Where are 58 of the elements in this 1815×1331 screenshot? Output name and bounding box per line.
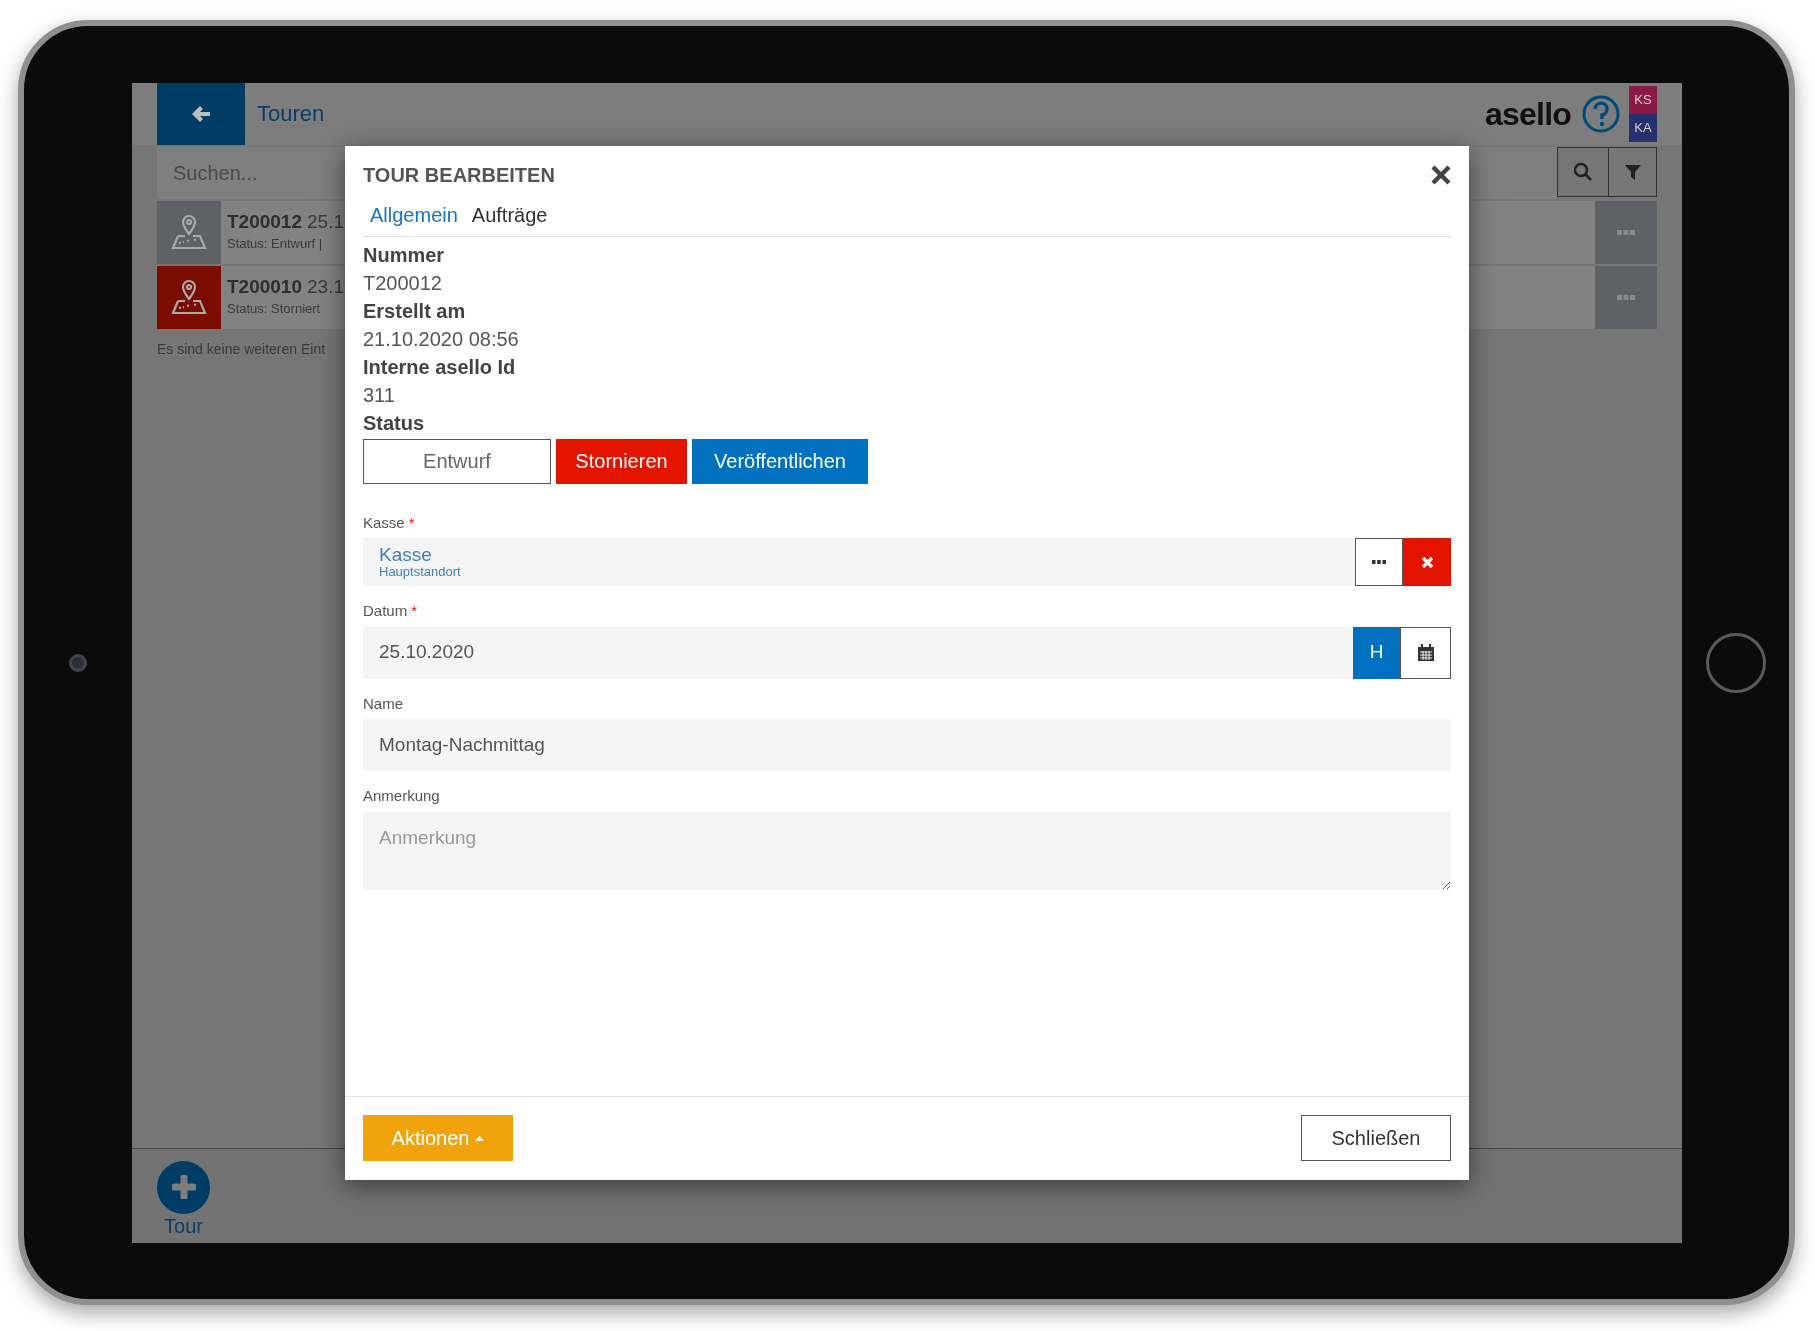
plus-icon (171, 1175, 196, 1199)
status-button[interactable]: Stornieren (556, 438, 687, 484)
info-value: 311 (363, 382, 396, 408)
today-button[interactable]: H (1353, 626, 1400, 679)
required-mark: * (408, 512, 415, 533)
status-button[interactable]: Veröffentlichen (692, 438, 868, 484)
info-label: Interne asello Id (363, 354, 517, 380)
textarea-field[interactable]: Anmerkung (363, 811, 1451, 890)
search-icon (1573, 161, 1593, 182)
tour-status: Status: Storniert (227, 300, 322, 319)
back-button[interactable] (157, 82, 245, 145)
text-field[interactable]: Montag-Nachmittag (363, 719, 1451, 771)
info-value: 21.10.2020 08:56 (363, 326, 520, 352)
dialog-title: TOUR BEARBEITEN (363, 162, 555, 188)
required-mark: * (411, 601, 418, 621)
dialog-tab[interactable]: Allgemein (363, 199, 465, 230)
list-end-note: Es sind keine weiteren Eint (157, 339, 327, 359)
field-label: Datum (363, 601, 408, 621)
tour-number: T200012 (227, 210, 302, 235)
info-label: Erstellt am (363, 298, 467, 324)
status-button[interactable]: Entwurf (363, 438, 551, 484)
search-button[interactable] (1557, 146, 1609, 197)
ellipsis-icon (1617, 229, 1635, 235)
tour-number: T200010 (227, 275, 302, 300)
clear-button[interactable] (1403, 538, 1451, 586)
filter-button[interactable] (1609, 146, 1657, 197)
more-button[interactable] (1355, 538, 1403, 586)
close-icon[interactable] (1431, 164, 1451, 185)
tour-date: 23.1 (307, 275, 344, 300)
arrow-left-icon (192, 105, 210, 122)
lookup-subvalue: Hauptstandort (379, 565, 462, 579)
field-label: Kasse (363, 512, 405, 533)
app-logo: asello (1485, 94, 1571, 134)
lookup-value: Kasse (379, 545, 433, 565)
tour-status: Status: Entwurf | (227, 235, 324, 254)
caret-icon (475, 1135, 485, 1141)
lookup-field[interactable]: Kasse Hauptstandort (363, 538, 1355, 586)
field-label: Anmerkung (363, 786, 440, 806)
page-title: Touren (257, 100, 325, 128)
map-pin-icon (169, 277, 209, 317)
ellipsis-icon (1617, 294, 1635, 300)
ellipsis-icon (1372, 560, 1386, 564)
calendar-icon (1416, 643, 1435, 662)
help-icon[interactable] (1581, 93, 1621, 134)
tour-date: 25.1 (307, 210, 344, 235)
calendar-button[interactable] (1400, 626, 1451, 679)
user-badge[interactable]: KS (1629, 85, 1657, 114)
status-label: Status (363, 410, 426, 436)
filter-icon (1624, 163, 1641, 180)
user-badge[interactable]: KA (1629, 113, 1657, 142)
close-button[interactable]: Schließen (1301, 1115, 1451, 1161)
info-label: Nummer (363, 242, 446, 268)
date-field[interactable]: 25.10.2020 (363, 626, 1353, 679)
dialog-tab[interactable]: Aufträge (464, 199, 555, 230)
field-label: Name (363, 693, 403, 714)
info-value: T200012 (363, 270, 443, 296)
close-icon (1420, 555, 1434, 569)
map-pin-icon (169, 212, 209, 252)
